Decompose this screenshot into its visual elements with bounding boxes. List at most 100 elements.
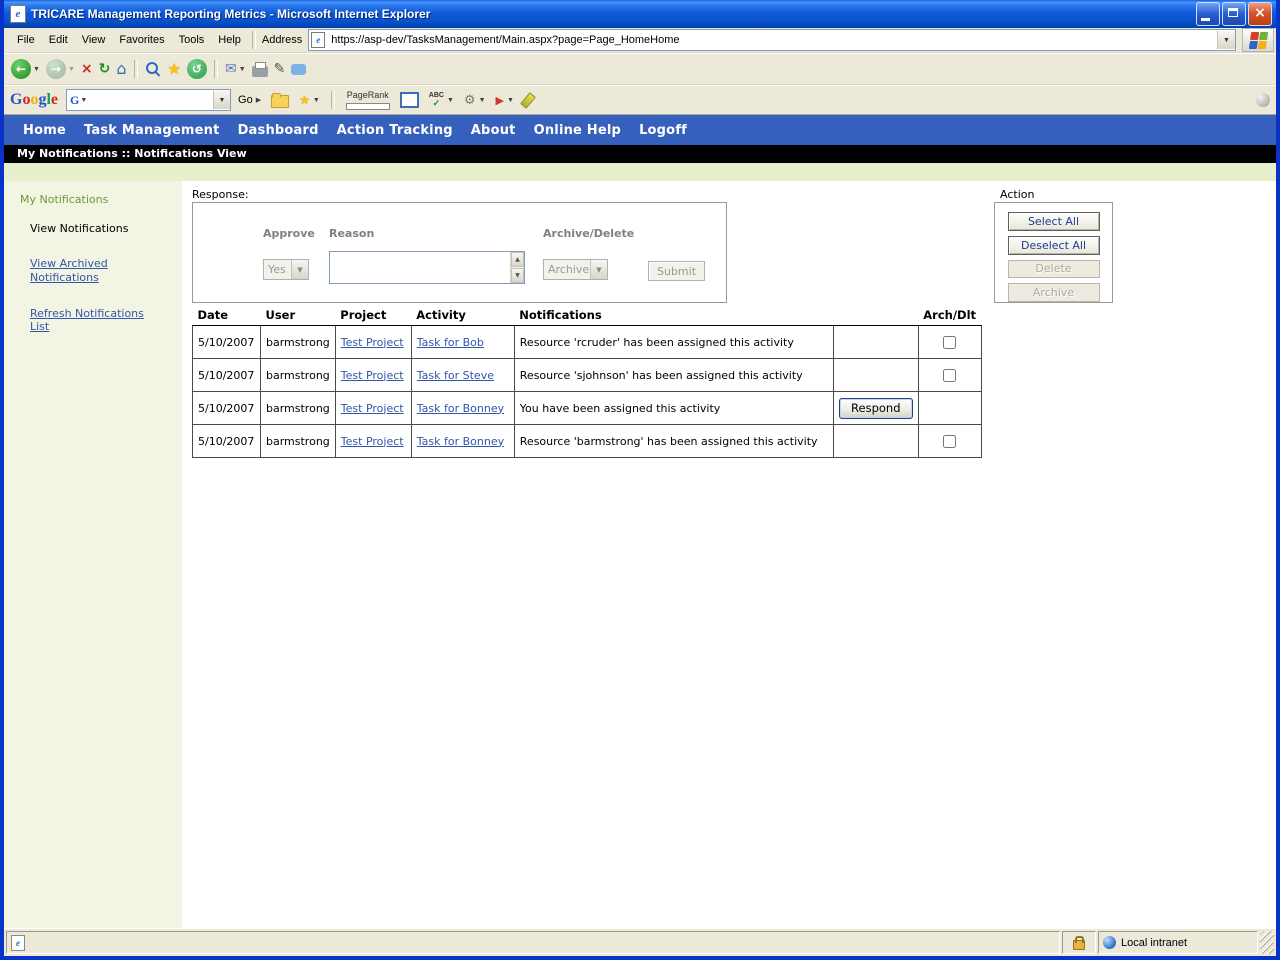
archive-button: Archive bbox=[1008, 283, 1100, 302]
close-button[interactable]: × bbox=[1248, 2, 1272, 26]
archive-checkbox[interactable] bbox=[943, 435, 956, 448]
cell-notification: Resource 'barmstrong' has been assigned … bbox=[514, 425, 833, 458]
activity-link[interactable]: Task for Steve bbox=[417, 369, 494, 382]
pagerank-widget[interactable]: PageRank bbox=[343, 89, 393, 112]
refresh-icon: ↻ bbox=[99, 62, 111, 76]
spellcheck-button[interactable]: ABC ✓ ▼ bbox=[426, 90, 457, 110]
project-link[interactable]: Test Project bbox=[341, 402, 404, 415]
col-project: Project bbox=[335, 307, 411, 326]
project-link[interactable]: Test Project bbox=[341, 369, 404, 382]
nav-logoff[interactable]: Logoff bbox=[630, 123, 696, 138]
scroll-up-icon[interactable]: ▲ bbox=[511, 252, 524, 267]
menu-edit[interactable]: Edit bbox=[42, 31, 75, 49]
google-search-box[interactable]: G ▼ ▼ bbox=[66, 89, 231, 111]
sidebar-item-refresh-notifications-list[interactable]: Refresh Notifications List bbox=[30, 307, 148, 335]
send-dropdown-icon[interactable]: ▼ bbox=[507, 97, 514, 104]
print-icon bbox=[252, 66, 268, 77]
print-button[interactable] bbox=[249, 60, 271, 79]
cell-activity: Task for Steve bbox=[411, 359, 514, 392]
activity-link[interactable]: Task for Bob bbox=[417, 336, 484, 349]
table-header-row: Date User Project Activity Notifications… bbox=[193, 307, 982, 326]
page-info-icon[interactable] bbox=[1256, 93, 1270, 107]
back-button[interactable]: ← ▼ bbox=[8, 57, 43, 81]
separator bbox=[134, 60, 138, 78]
menu-file[interactable]: File bbox=[10, 31, 42, 49]
respond-button[interactable]: Respond bbox=[839, 398, 913, 419]
edit-button[interactable]: ✎ bbox=[271, 60, 289, 78]
nav-about[interactable]: About bbox=[462, 123, 525, 138]
menu-view[interactable]: View bbox=[75, 31, 113, 49]
stop-button[interactable]: × bbox=[78, 60, 96, 78]
menu-tools[interactable]: Tools bbox=[172, 31, 212, 49]
col-notifications: Notifications bbox=[514, 307, 833, 326]
status-security-pane bbox=[1062, 931, 1096, 954]
resize-grip[interactable] bbox=[1260, 931, 1274, 954]
project-link[interactable]: Test Project bbox=[341, 435, 404, 448]
refresh-button[interactable]: ↻ bbox=[96, 60, 114, 78]
browser-window: e TRICARE Management Reporting Metrics -… bbox=[0, 0, 1280, 960]
address-input[interactable] bbox=[329, 33, 1217, 47]
discuss-button[interactable] bbox=[288, 61, 309, 77]
activity-link[interactable]: Task for Bonney bbox=[417, 435, 504, 448]
deselect-all-button[interactable]: Deselect All bbox=[1008, 236, 1100, 255]
nav-online-help[interactable]: Online Help bbox=[525, 123, 630, 138]
history-button[interactable]: ↺ bbox=[184, 57, 210, 81]
sidebar-item-view-archived-notifications[interactable]: View Archived Notifications bbox=[30, 257, 122, 285]
google-go-button[interactable]: Go ▶ bbox=[235, 92, 264, 108]
menu-bar: File Edit View Favorites Tools Help Addr… bbox=[4, 28, 1276, 53]
search-history-dropdown-icon[interactable]: ▼ bbox=[213, 91, 230, 109]
menu-favorites[interactable]: Favorites bbox=[112, 31, 171, 49]
search-mode-dropdown-icon[interactable]: ▼ bbox=[80, 97, 87, 104]
go-arrow-icon: ▶ bbox=[256, 96, 261, 104]
history-icon: ↺ bbox=[187, 59, 207, 79]
restore-button[interactable] bbox=[1222, 2, 1246, 26]
mail-button[interactable]: ✉ ▼ bbox=[222, 60, 249, 78]
options-dropdown-icon[interactable]: ▼ bbox=[479, 97, 486, 104]
table-row: 5/10/2007 barmstrong Test Project Task f… bbox=[193, 326, 982, 359]
reason-textarea[interactable]: ▲ ▼ bbox=[329, 251, 525, 284]
search-button[interactable] bbox=[142, 59, 165, 80]
send-to-button[interactable]: ▶ ▼ bbox=[493, 93, 517, 108]
bookmarks-button[interactable]: ★ ▼ bbox=[296, 92, 323, 108]
mail-dropdown-icon[interactable]: ▼ bbox=[239, 66, 246, 73]
search-icon bbox=[145, 61, 162, 78]
back-dropdown-icon[interactable]: ▼ bbox=[33, 66, 40, 73]
textarea-scrollbar[interactable]: ▲ ▼ bbox=[510, 252, 524, 283]
sidebar-item-view-notifications[interactable]: View Notifications bbox=[30, 222, 182, 235]
address-bar: e ▼ bbox=[308, 29, 1236, 51]
cell-date: 5/10/2007 bbox=[193, 392, 261, 425]
home-button[interactable]: ⌂ bbox=[113, 59, 129, 79]
separator bbox=[331, 91, 335, 109]
back-icon: ← bbox=[11, 59, 31, 79]
project-link[interactable]: Test Project bbox=[341, 336, 404, 349]
address-label: Address bbox=[260, 34, 308, 46]
favorites-button[interactable]: ★ bbox=[165, 60, 184, 79]
select-all-button[interactable]: Select All bbox=[1008, 212, 1100, 231]
menu-help[interactable]: Help bbox=[211, 31, 248, 49]
activity-link[interactable]: Task for Bonney bbox=[417, 402, 504, 415]
table-row: 5/10/2007 barmstrong Test Project Task f… bbox=[193, 392, 982, 425]
col-activity: Activity bbox=[411, 307, 514, 326]
nav-dashboard[interactable]: Dashboard bbox=[229, 123, 328, 138]
archive-checkbox[interactable] bbox=[943, 336, 956, 349]
reason-label: Reason bbox=[329, 227, 374, 240]
cell-project: Test Project bbox=[335, 425, 411, 458]
address-dropdown-icon[interactable]: ▼ bbox=[1217, 31, 1235, 49]
minimize-button[interactable] bbox=[1196, 2, 1220, 26]
toolbar-options-button[interactable]: ⚙ ▼ bbox=[461, 92, 489, 109]
spellcheck-dropdown-icon[interactable]: ▼ bbox=[447, 97, 454, 104]
nav-action-tracking[interactable]: Action Tracking bbox=[328, 123, 462, 138]
stop-icon: × bbox=[81, 62, 93, 76]
archive-checkbox[interactable] bbox=[943, 369, 956, 382]
cell-respond bbox=[833, 359, 918, 392]
highlighter-button[interactable] bbox=[521, 91, 535, 110]
bookmarks-dropdown-icon[interactable]: ▼ bbox=[313, 97, 320, 104]
nav-home[interactable]: Home bbox=[14, 123, 75, 138]
google-print-button[interactable] bbox=[397, 90, 422, 110]
scroll-down-icon[interactable]: ▼ bbox=[511, 268, 524, 283]
col-arch-dlt: Arch/Dlt bbox=[918, 307, 981, 326]
nav-task-management[interactable]: Task Management bbox=[75, 123, 229, 138]
cell-project: Test Project bbox=[335, 392, 411, 425]
title-bar: e TRICARE Management Reporting Metrics -… bbox=[4, 0, 1276, 28]
search-site-button[interactable] bbox=[268, 90, 292, 110]
